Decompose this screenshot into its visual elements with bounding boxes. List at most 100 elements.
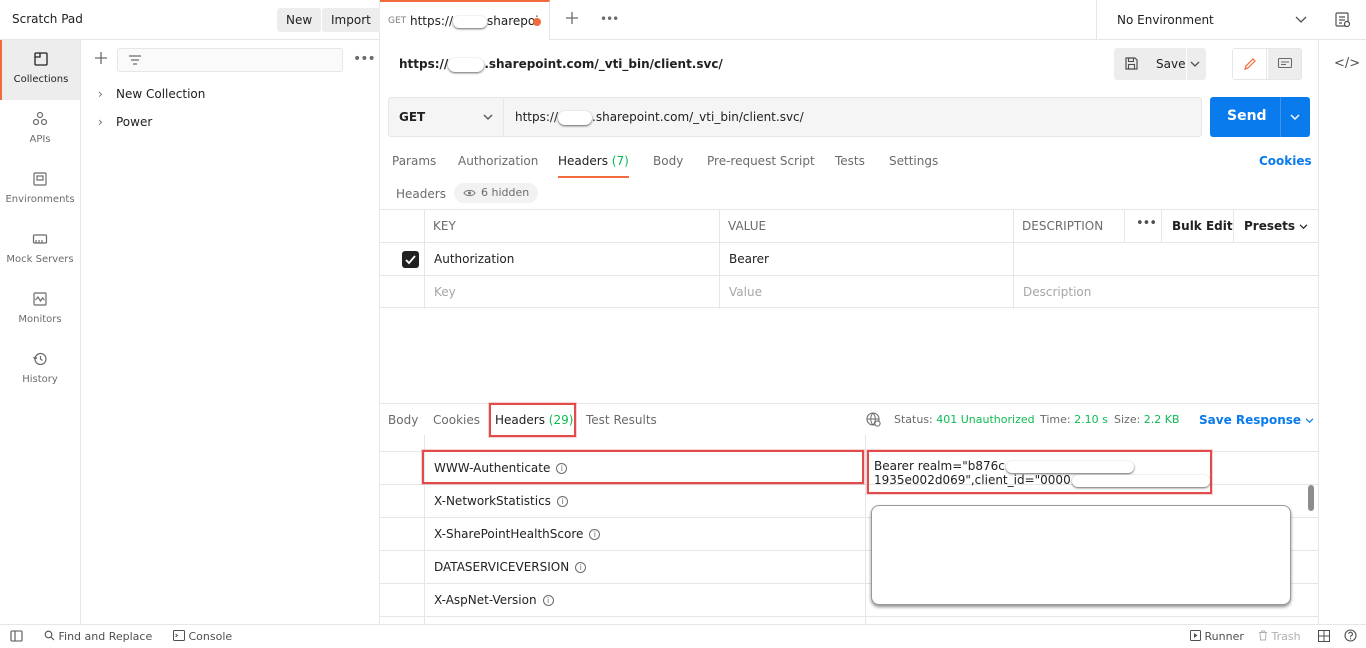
code-snippet-icon[interactable]: </> [1334,56,1360,71]
network-globe-icon[interactable] [865,411,882,431]
response-tab-test-results[interactable]: Test Results [586,413,657,427]
tab-headers[interactable]: Headers (7) [558,154,629,168]
info-icon[interactable]: i [575,562,587,573]
add-collection-icon[interactable] [93,50,109,69]
chevron-down-icon [1305,418,1314,424]
sidebar-item-mock-servers[interactable]: Mock Servers [0,220,80,280]
two-pane-view-icon[interactable] [1318,630,1330,645]
tab-prerequest-script[interactable]: Pre-request Script [707,154,815,168]
save-response-dropdown[interactable]: Save Response [1199,413,1314,427]
tab-url: https://sharepoi [410,14,539,28]
column-header-key: KEY [433,219,456,233]
tab-params[interactable]: Params [392,154,436,168]
hidden-headers-toggle[interactable]: 6 hidden [454,183,538,203]
response-tab-cookies[interactable]: Cookies [433,413,480,427]
trash-button[interactable]: Trash [1258,630,1301,643]
redaction-mark [448,57,485,72]
cookies-link[interactable]: Cookies [1259,154,1312,168]
more-options-icon[interactable]: ••• [353,51,376,67]
edit-mode-button[interactable] [1233,49,1267,79]
help-icon[interactable] [1344,629,1357,645]
find-replace-button[interactable]: Find and Replace [44,630,152,643]
comments-mode-button[interactable] [1268,49,1301,79]
info-icon[interactable]: i [556,496,568,507]
response-time: Time: 2.10 s [1040,413,1108,426]
toggle-sidebar-icon[interactable] [10,630,23,645]
response-header-key: X-SharePointHealthScore i [434,527,601,541]
sidebar-item-environments[interactable]: Environments [0,160,80,220]
header-key-cell[interactable]: Authorization [434,252,514,266]
response-scrollbar[interactable] [1308,485,1314,511]
chevron-right-icon: › [98,87,103,101]
response-header-key: X-AspNet-Version i [434,593,554,607]
save-button[interactable]: Save [1114,48,1206,80]
method-select[interactable]: GET [389,98,504,136]
search-icon [44,630,55,641]
left-sidebar: Scratch Pad New Import Collections APIs … [0,0,380,624]
request-name[interactable]: https://.sharepoint.com/_vti_bin/client.… [399,57,723,72]
sidebar-item-history[interactable]: History [0,340,80,400]
tab-authorization[interactable]: Authorization [458,154,538,168]
request-tabbar: GET https://sharepoi ••• No Environment [380,0,1366,40]
table-row-empty: Key Value Description [380,275,1318,308]
tab-body[interactable]: Body [653,154,683,168]
table-header-row: KEY VALUE DESCRIPTION ••• Bulk Edit Pres… [380,209,1318,242]
request-headers-table: KEY VALUE DESCRIPTION ••• Bulk Edit Pres… [380,209,1318,309]
description-placeholder-input[interactable]: Description [1023,285,1091,299]
console-icon [173,630,185,641]
value-placeholder-input[interactable]: Value [729,285,762,299]
view-mode-toggle [1232,48,1302,80]
new-tab-icon[interactable] [564,10,580,29]
chevron-down-icon [483,114,493,120]
active-tab-indicator [558,176,629,178]
highlight-box-auth-value [867,450,1212,494]
table-row [380,616,1318,624]
runner-button[interactable]: Runner [1190,630,1244,643]
highlight-box-headers-tab [489,403,576,437]
sidebar-item-apis[interactable]: APIs [0,100,80,160]
table-more-icon[interactable]: ••• [1136,216,1157,231]
sidebar-nav: Collections APIs Environments Mock Serve… [0,40,81,624]
collection-item-new-collection[interactable]: › New Collection [98,87,205,101]
url-input[interactable]: https://.sharepoint.com/_vti_bin/client.… [515,110,804,125]
header-enabled-checkbox[interactable] [402,251,419,268]
environment-select[interactable]: No Environment [1096,0,1316,40]
console-button[interactable]: Console [173,630,232,643]
eye-icon [463,189,476,197]
redaction-mark [558,110,593,125]
send-button[interactable]: Send [1210,97,1310,137]
new-button[interactable]: New [277,8,322,32]
key-placeholder-input[interactable]: Key [434,285,456,299]
response-tab-body[interactable]: Body [388,413,418,427]
presets-dropdown[interactable]: Presets [1244,219,1308,233]
redaction-mark [453,15,488,28]
info-icon[interactable]: i [542,595,554,606]
check-icon [405,255,416,265]
collection-item-power[interactable]: › Power [98,115,152,129]
info-icon[interactable]: i [589,529,601,540]
chevron-down-icon [1295,16,1307,23]
trash-icon [1259,630,1267,641]
history-icon [33,352,47,366]
header-value-cell[interactable]: Bearer [729,252,769,266]
tab-more-icon[interactable]: ••• [600,12,619,26]
sidebar-item-monitors[interactable]: Monitors [0,280,80,340]
sidebar-item-label: Environments [5,194,75,205]
response-header-key: DATASERVICEVERSION i [434,560,587,574]
filter-collections-input[interactable] [117,48,343,72]
response-header-key: X-NetworkStatistics i [434,494,568,508]
import-button[interactable]: Import [322,8,380,32]
environment-quick-look-icon[interactable] [1334,11,1352,32]
mock-servers-icon [32,234,48,244]
sidebar-item-collections[interactable]: Collections [0,40,80,100]
tab-settings[interactable]: Settings [889,154,938,168]
table-row-clipped [380,435,1318,451]
request-tab[interactable]: GET https://sharepoi [380,0,550,40]
column-header-description: DESCRIPTION [1022,219,1104,233]
environments-icon [33,172,47,186]
bulk-edit-button[interactable]: Bulk Edit [1172,219,1233,233]
comment-icon [1277,57,1293,69]
tab-tests[interactable]: Tests [835,154,865,168]
status-bar: Find and Replace Console Runner Trash [0,624,1366,648]
workspace-title: Scratch Pad [12,12,83,26]
